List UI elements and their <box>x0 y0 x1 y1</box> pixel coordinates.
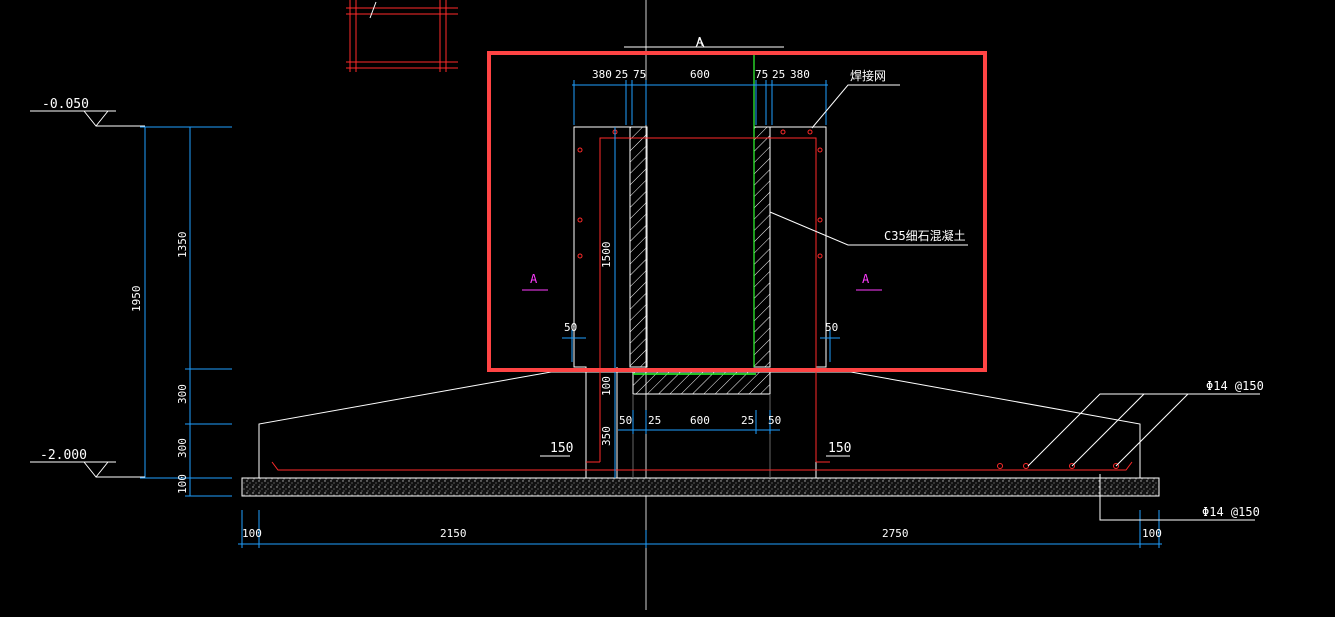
offset-150-left: 150 <box>550 441 573 456</box>
dim-under-25l: 25 <box>648 414 661 427</box>
rebar-label-bottom: Φ14 @150 <box>1202 505 1260 519</box>
dim-top-380r: 380 <box>790 68 810 81</box>
dim-350: 350 <box>600 426 613 446</box>
dim-100-inner: 100 <box>600 376 613 396</box>
reference-grid-fragment <box>346 0 458 72</box>
dim-300b: 300 <box>176 438 189 458</box>
dim-300a: 300 <box>176 384 189 404</box>
level-bottom-label: -2.000 <box>40 448 87 463</box>
section-label-top: A <box>696 35 704 49</box>
weld-mesh-label: 焊接网 <box>850 68 886 83</box>
offset-150-right: 150 <box>828 441 851 456</box>
section-cut-top <box>624 36 784 48</box>
dim-top-75l: 75 <box>633 68 646 81</box>
dim-bottom-100l: 100 <box>242 527 262 540</box>
top-dimension-chain <box>572 80 828 125</box>
level-markers <box>30 110 145 478</box>
cad-drawing-canvas[interactable]: -0.050 -2.000 1350 1950 300 300 100 380 … <box>0 0 1335 617</box>
dim-1350: 1350 <box>176 232 189 259</box>
base-concrete-pad <box>241 477 1160 497</box>
dim-top-25l: 25 <box>615 68 628 81</box>
dim-top-380l: 380 <box>592 68 612 81</box>
dim-top-25r: 25 <box>772 68 785 81</box>
dim-bottom-2750: 2750 <box>882 527 909 540</box>
dim-100-left: 100 <box>176 474 189 494</box>
rebar-label-top: Φ14 @150 <box>1206 379 1264 393</box>
dim-under-50r: 50 <box>768 414 781 427</box>
dim-under-25r: 25 <box>741 414 754 427</box>
dim-under-600: 600 <box>690 414 710 427</box>
concrete-label: C35细石混凝土 <box>884 228 966 243</box>
bottom-dimension-chain <box>238 510 1162 548</box>
dim-50-left: 50 <box>564 321 577 334</box>
level-top-label: -0.050 <box>42 97 89 112</box>
pit-walls <box>629 55 771 395</box>
dim-top-75r: 75 <box>755 68 768 81</box>
section-label-left: A <box>530 272 538 286</box>
dim-bottom-100r: 100 <box>1142 527 1162 540</box>
dim-under-50l: 50 <box>619 414 632 427</box>
dim-1950: 1950 <box>130 286 143 313</box>
dim-1500: 1500 <box>600 242 613 269</box>
foundation-section-drawing: -0.050 -2.000 1350 1950 300 300 100 380 … <box>30 0 1264 610</box>
dim-50-right: 50 <box>825 321 838 334</box>
dim-bottom-2150: 2150 <box>440 527 467 540</box>
dim-top-600: 600 <box>690 68 710 81</box>
section-label-right: A <box>862 272 870 286</box>
